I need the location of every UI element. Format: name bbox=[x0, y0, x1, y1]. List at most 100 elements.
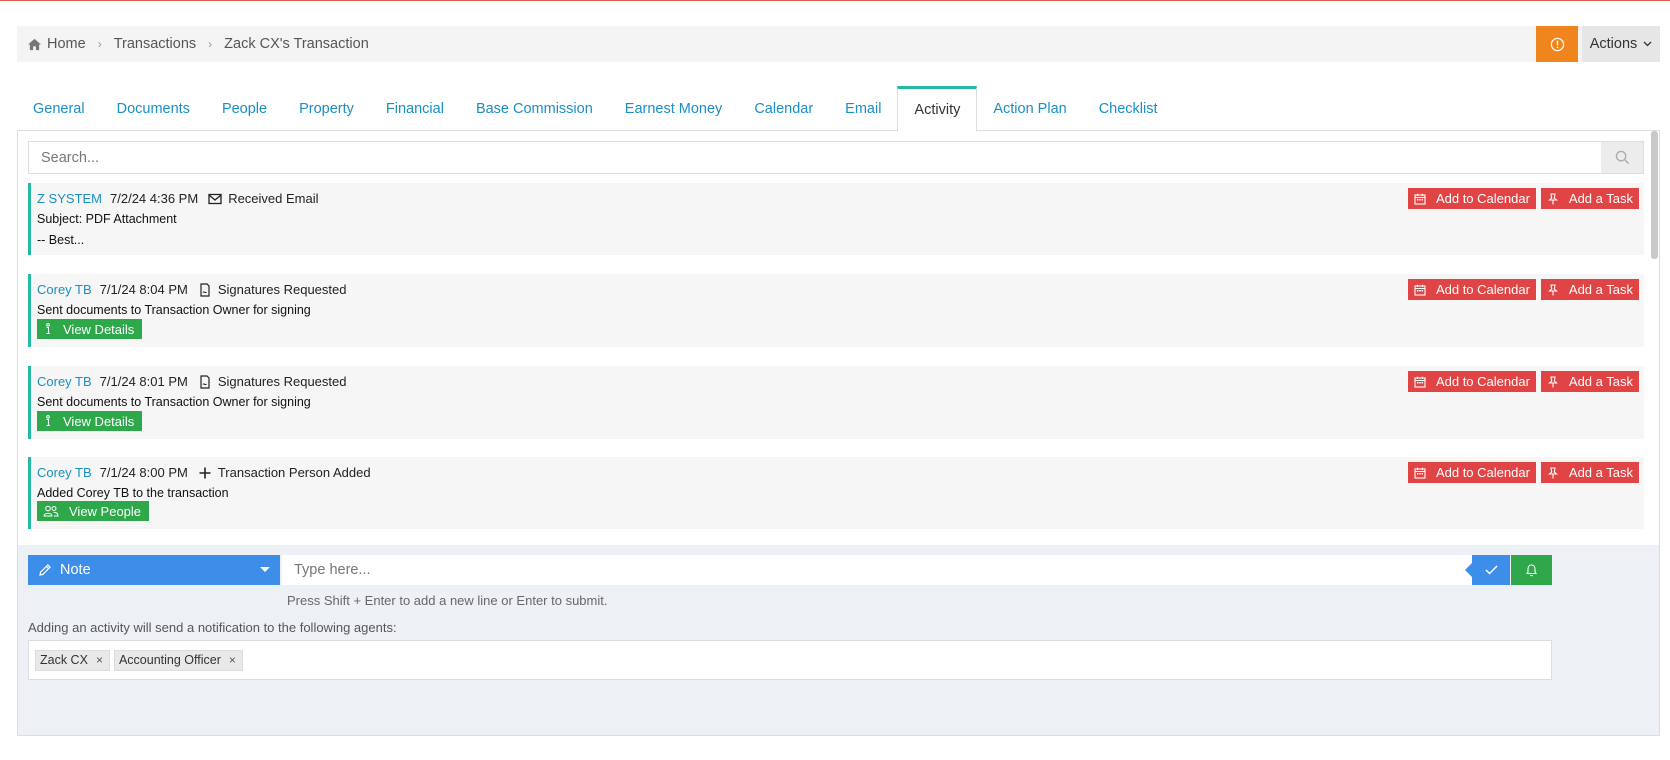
activity-type: Transaction Person Added bbox=[217, 465, 371, 480]
activity-item: Corey TB 7/1/24 8:01 PM Signatures Reque… bbox=[28, 366, 1644, 439]
activity-type: Signatures Requested bbox=[217, 374, 347, 389]
add-task-button[interactable]: Add a Task bbox=[1540, 188, 1639, 209]
activity-composer: Note Press Shift + Enter to add a new li… bbox=[18, 545, 1659, 735]
activity-time: 7/2/24 4:36 PM bbox=[110, 191, 199, 206]
breadcrumb-current: Zack CX's Transaction bbox=[224, 36, 369, 52]
document-icon bbox=[200, 374, 210, 389]
activity-author-link[interactable]: Corey TB bbox=[37, 374, 92, 389]
add-task-button[interactable]: Add a Task bbox=[1540, 462, 1639, 483]
add-to-calendar-button[interactable]: Add to Calendar bbox=[1407, 279, 1536, 300]
view-details-label: View Details bbox=[63, 413, 135, 429]
plus-icon bbox=[199, 467, 211, 478]
tab-financial[interactable]: Financial bbox=[370, 86, 460, 131]
calendar-icon bbox=[1414, 284, 1426, 296]
info-icon bbox=[46, 415, 50, 427]
add-task-label: Add a Task bbox=[1568, 191, 1633, 206]
activity-actions: Add to Calendar Add a Task bbox=[1407, 188, 1639, 209]
activity-author-link[interactable]: Z SYSTEM bbox=[37, 191, 102, 206]
add-to-calendar-label: Add to Calendar bbox=[1435, 374, 1530, 389]
submit-activity-button[interactable] bbox=[1465, 555, 1510, 585]
activity-actions: Add to Calendar Add a Task bbox=[1407, 371, 1639, 392]
chevron-right-icon: › bbox=[97, 37, 102, 51]
activity-time: 7/1/24 8:04 PM bbox=[99, 282, 188, 297]
notify-agents-label: Adding an activity will send a notificat… bbox=[28, 620, 397, 635]
activity-header: Z SYSTEM 7/2/24 4:36 PM Received Email bbox=[37, 191, 319, 206]
chevron-right-icon: › bbox=[208, 37, 213, 51]
calendar-icon bbox=[1414, 376, 1426, 388]
activity-type-select[interactable]: Note bbox=[28, 555, 280, 585]
add-task-label: Add a Task bbox=[1568, 465, 1633, 480]
add-task-label: Add a Task bbox=[1568, 374, 1633, 389]
chevron-down-icon bbox=[1643, 41, 1652, 47]
remove-icon[interactable]: × bbox=[96, 653, 103, 667]
tab-documents[interactable]: Documents bbox=[101, 86, 206, 131]
notify-agents-field[interactable]: Zack CX × Accounting Officer × bbox=[28, 640, 1552, 680]
activity-type-label: Note bbox=[60, 562, 91, 578]
tab-base-commission[interactable]: Base Commission bbox=[460, 86, 609, 131]
checkmark-icon bbox=[1484, 565, 1498, 575]
tab-calendar[interactable]: Calendar bbox=[738, 86, 829, 131]
activity-header: Corey TB 7/1/24 8:04 PM Signatures Reque… bbox=[37, 282, 347, 297]
breadcrumb-home[interactable]: Home bbox=[47, 36, 86, 52]
pencil-icon bbox=[39, 564, 51, 576]
document-icon bbox=[200, 282, 210, 297]
view-details-button[interactable]: View Details bbox=[37, 411, 143, 431]
view-people-button[interactable]: View People bbox=[37, 501, 150, 521]
remove-icon[interactable]: × bbox=[229, 653, 236, 667]
add-task-button[interactable]: Add a Task bbox=[1540, 279, 1639, 300]
tab-checklist[interactable]: Checklist bbox=[1083, 86, 1174, 131]
activity-type: Signatures Requested bbox=[217, 282, 347, 297]
calendar-icon bbox=[1414, 193, 1426, 205]
activity-author-link[interactable]: Corey TB bbox=[37, 465, 92, 480]
view-people-label: View People bbox=[69, 503, 142, 519]
search-icon bbox=[1615, 150, 1629, 165]
add-to-calendar-label: Add to Calendar bbox=[1435, 282, 1530, 297]
notify-toggle-button[interactable] bbox=[1511, 555, 1552, 585]
activity-text: Subject: PDF Attachment bbox=[37, 212, 177, 226]
add-to-calendar-button[interactable]: Add to Calendar bbox=[1407, 371, 1536, 392]
activity-text: -- Best... bbox=[37, 233, 85, 247]
bell-icon bbox=[1525, 564, 1538, 577]
tab-general[interactable]: General bbox=[17, 86, 101, 131]
pushpin-icon bbox=[1547, 466, 1558, 478]
activity-author-link[interactable]: Corey TB bbox=[37, 282, 92, 297]
tab-activity[interactable]: Activity bbox=[897, 86, 978, 132]
button-notch bbox=[1465, 563, 1472, 577]
actions-label: Actions bbox=[1589, 36, 1638, 52]
activity-text-input[interactable] bbox=[282, 555, 1472, 585]
actions-dropdown-button[interactable]: Actions bbox=[1582, 26, 1660, 62]
agent-chip-label: Accounting Officer bbox=[118, 653, 221, 667]
breadcrumb-transactions[interactable]: Transactions bbox=[114, 36, 196, 52]
calendar-icon bbox=[1414, 467, 1426, 479]
add-to-calendar-button[interactable]: Add to Calendar bbox=[1407, 462, 1536, 483]
view-details-button[interactable]: View Details bbox=[37, 319, 143, 339]
agent-chip-label: Zack CX bbox=[40, 653, 88, 667]
activity-item: Corey TB 7/1/24 8:00 PM Transaction Pers… bbox=[28, 457, 1644, 529]
pushpin-icon bbox=[1547, 192, 1558, 204]
tab-email[interactable]: Email bbox=[829, 86, 897, 131]
scrollbar-thumb[interactable] bbox=[1651, 131, 1658, 259]
search-input[interactable] bbox=[29, 142, 1601, 173]
tab-property[interactable]: Property bbox=[283, 86, 370, 131]
breadcrumb-bar: Home › Transactions › Zack CX's Transact… bbox=[17, 26, 1660, 62]
breadcrumb: Home › Transactions › Zack CX's Transact… bbox=[17, 36, 369, 52]
input-hint: Press Shift + Enter to add a new line or… bbox=[287, 593, 608, 608]
agent-chip: Accounting Officer × bbox=[113, 649, 243, 671]
search-button[interactable] bbox=[1601, 142, 1643, 173]
activity-text: Sent documents to Transaction Owner for … bbox=[37, 395, 311, 409]
tab-action-plan[interactable]: Action Plan bbox=[977, 86, 1082, 131]
agent-chip: Zack CX × bbox=[35, 649, 110, 671]
info-alert-button[interactable] bbox=[1536, 26, 1578, 62]
add-task-button[interactable]: Add a Task bbox=[1540, 371, 1639, 392]
activity-time: 7/1/24 8:00 PM bbox=[99, 465, 188, 480]
add-task-label: Add a Task bbox=[1568, 282, 1633, 297]
activity-text: Sent documents to Transaction Owner for … bbox=[37, 303, 311, 317]
activity-header: Corey TB 7/1/24 8:00 PM Transaction Pers… bbox=[37, 465, 371, 480]
add-to-calendar-button[interactable]: Add to Calendar bbox=[1407, 188, 1536, 209]
tab-people[interactable]: People bbox=[206, 86, 283, 131]
activity-header: Corey TB 7/1/24 8:01 PM Signatures Reque… bbox=[37, 374, 347, 389]
home-icon bbox=[28, 38, 41, 50]
activity-time: 7/1/24 8:01 PM bbox=[99, 374, 188, 389]
tab-earnest-money[interactable]: Earnest Money bbox=[609, 86, 739, 131]
tab-bar: General Documents People Property Financ… bbox=[17, 86, 1660, 132]
